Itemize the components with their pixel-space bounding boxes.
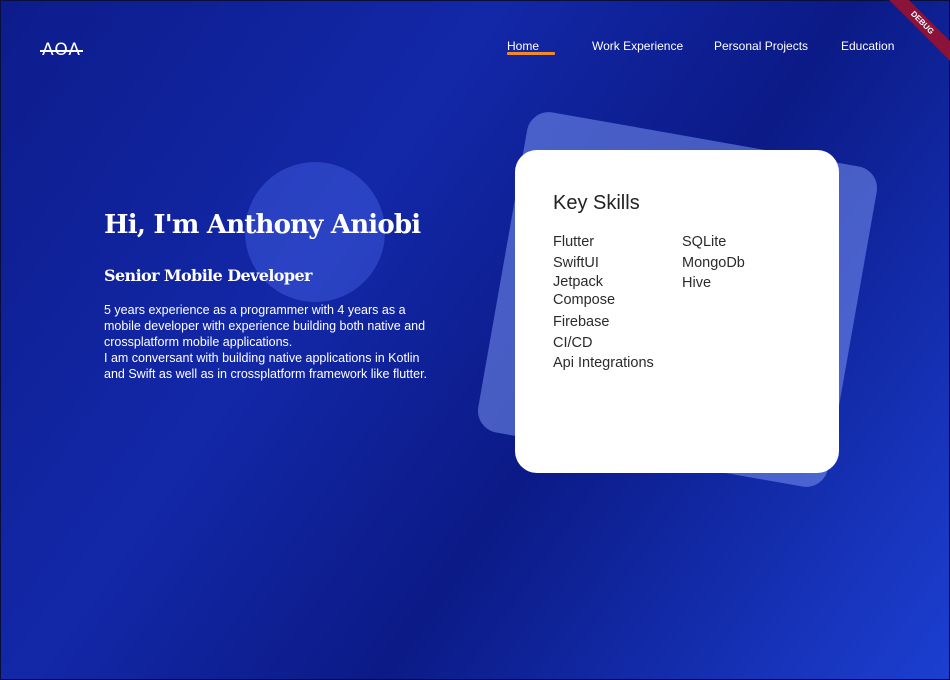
debug-banner: DEBUG xyxy=(874,0,950,71)
skills-column-1: Flutter SwiftUI Jetpack Compose Firebase… xyxy=(553,232,663,374)
skill-item: Api Integrations xyxy=(553,355,654,371)
nav-education[interactable]: Education xyxy=(841,39,894,53)
logo[interactable]: AOA xyxy=(39,40,84,60)
nav-personal-projects[interactable]: Personal Projects xyxy=(714,39,808,53)
active-tab-indicator xyxy=(507,52,555,55)
hero-title: Hi, I'm Anthony Aniobi xyxy=(104,210,421,240)
skill-item: Hive xyxy=(682,275,712,291)
skills-column-2: SQLite MongoDb Hive xyxy=(682,232,792,294)
nav-home-label: Home xyxy=(507,39,540,53)
skill-item: Jetpack Compose xyxy=(553,274,616,308)
hero-bio: 5 years experience as a programmer with … xyxy=(104,303,428,381)
skill-item: CI/CD xyxy=(553,334,593,351)
skill-item: SQLite xyxy=(682,234,727,250)
skill-item: Flutter xyxy=(553,234,595,250)
skill-item: SwiftUI xyxy=(553,254,599,271)
skill-item: Firebase xyxy=(553,314,610,330)
skills-card: Key Skills Flutter SwiftUI Jetpack Compo… xyxy=(515,150,839,473)
skill-item: MongoDb xyxy=(682,254,745,271)
nav-work-experience[interactable]: Work Experience xyxy=(592,39,683,53)
hero-subtitle: Senior Mobile Developer xyxy=(104,266,312,285)
nav-home[interactable]: Home xyxy=(507,39,555,55)
skills-title: Key Skills xyxy=(553,192,640,214)
